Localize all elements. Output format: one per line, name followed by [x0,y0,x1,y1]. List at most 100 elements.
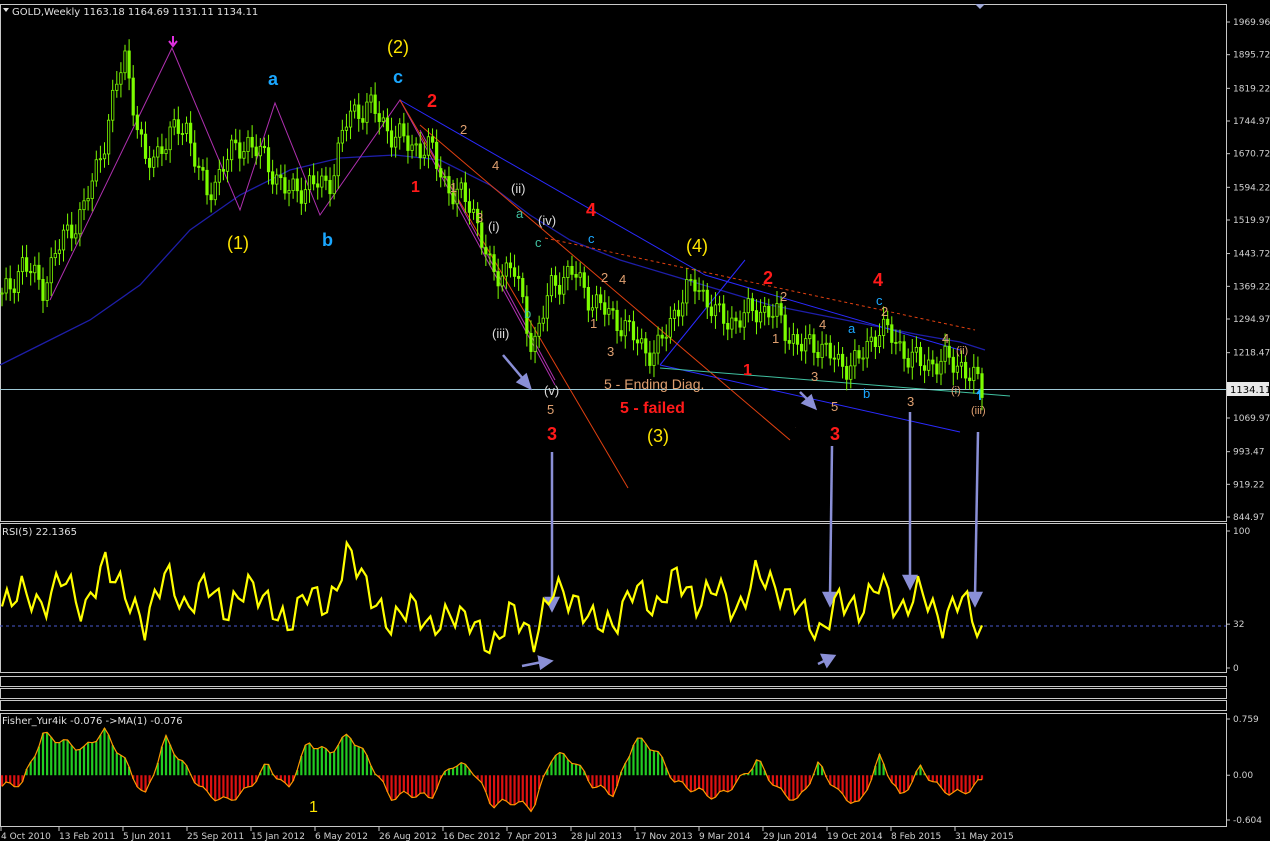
candle-body [754,310,759,323]
candle-body [148,158,152,168]
candle-body [8,278,12,290]
fisher-tick-label: -0.604 [1233,816,1262,826]
candle-body [365,101,369,123]
candle-body [730,317,734,330]
candle-body [439,168,443,178]
candle-body [238,142,242,159]
candle-body [549,275,554,297]
candle-body [972,366,976,382]
candle-body [115,83,119,91]
wave-label: (1) [227,233,249,253]
candle-body [45,282,49,301]
fisher-tick-label: 0.759 [1233,715,1259,725]
price-tick-label: 919.22 [1233,480,1265,490]
candle-body [660,334,664,339]
candle-body [299,190,303,204]
candle-body [619,330,623,337]
candle-body [562,277,566,295]
candle-body [804,338,808,352]
candle-body [615,309,619,331]
candle-body [676,309,681,317]
candle-body [107,119,111,155]
wave-label: c [588,231,595,246]
candle-body [947,345,951,358]
candle-body [74,233,78,239]
candle-body [389,130,394,148]
candle-body [705,289,709,308]
candle-body [16,271,21,293]
candle-body [217,169,221,183]
candle-body [877,335,882,347]
wave-label: a [848,321,856,336]
candle-body [808,334,812,340]
candle-body [566,265,570,278]
wave-label: (i) [951,385,961,397]
candle-body [201,167,205,171]
candle-body [832,357,836,360]
candle-body [717,303,722,306]
candle-body [693,279,697,292]
candle-body [156,146,160,158]
candle-body [484,246,488,255]
candle-body [963,361,968,379]
candle-body [316,183,320,188]
wave-label: 3 [830,424,840,444]
candle-body [193,142,197,167]
wave-label: 1 [772,331,779,346]
candle-body [824,342,828,345]
wave-label: 5 - Ending Diag. [604,376,704,392]
candle-body [853,350,857,367]
candle-body [164,149,168,154]
candle-body [160,146,164,154]
candle-body [266,147,271,173]
x-tick-label: 9 Mar 2014 [699,832,751,841]
candle-body [357,104,361,119]
candle-body [918,346,923,367]
candle-body [861,357,865,360]
wave-label: 2 [601,270,608,285]
candle-body [283,177,287,194]
price-tick-label: 1819.22 [1233,84,1270,94]
candle-body [94,159,98,182]
candle-body [336,142,340,177]
wave-label: (2) [387,37,409,57]
candle-body [599,294,603,304]
candle-body [250,136,254,148]
price-tick-label: 1218.47 [1233,349,1270,359]
candle-body [492,254,496,272]
candle-body [258,145,262,157]
candle-body [373,94,377,114]
candle-body [320,175,324,188]
wave-label: (ii) [956,345,968,357]
candle-body [640,338,644,344]
candle-body [795,334,800,345]
candle-body [886,318,890,326]
candle-body [890,324,894,343]
candle-body [927,359,931,371]
wave-label: 1 [411,179,420,196]
candle-body [959,361,964,367]
fisher-panel-header: Fisher_Yur4ik -0.076 ->MA(1) -0.076 [2,716,183,727]
x-tick-label: 4 Oct 2010 [1,832,51,841]
candle-body [197,165,201,168]
candle-body [414,143,418,146]
candle-body [709,306,713,317]
candle-body [787,340,791,344]
candle-body [410,144,414,151]
candle-body [955,365,959,373]
candle-body [652,352,656,366]
candle-body [775,303,779,317]
candle-body [443,176,447,178]
candle-body [697,290,701,292]
candle-body [189,122,193,144]
candle-body [279,174,283,179]
candle-body [275,174,279,185]
candle-body [168,126,172,151]
wave-label: (iii) [971,405,986,417]
candle-body [664,336,668,339]
candle-body [246,136,250,152]
candle-body [504,262,508,277]
candle-body [459,182,463,190]
wave-label: (iii) [492,326,509,341]
x-tick-label: 6 May 2012 [315,832,368,841]
